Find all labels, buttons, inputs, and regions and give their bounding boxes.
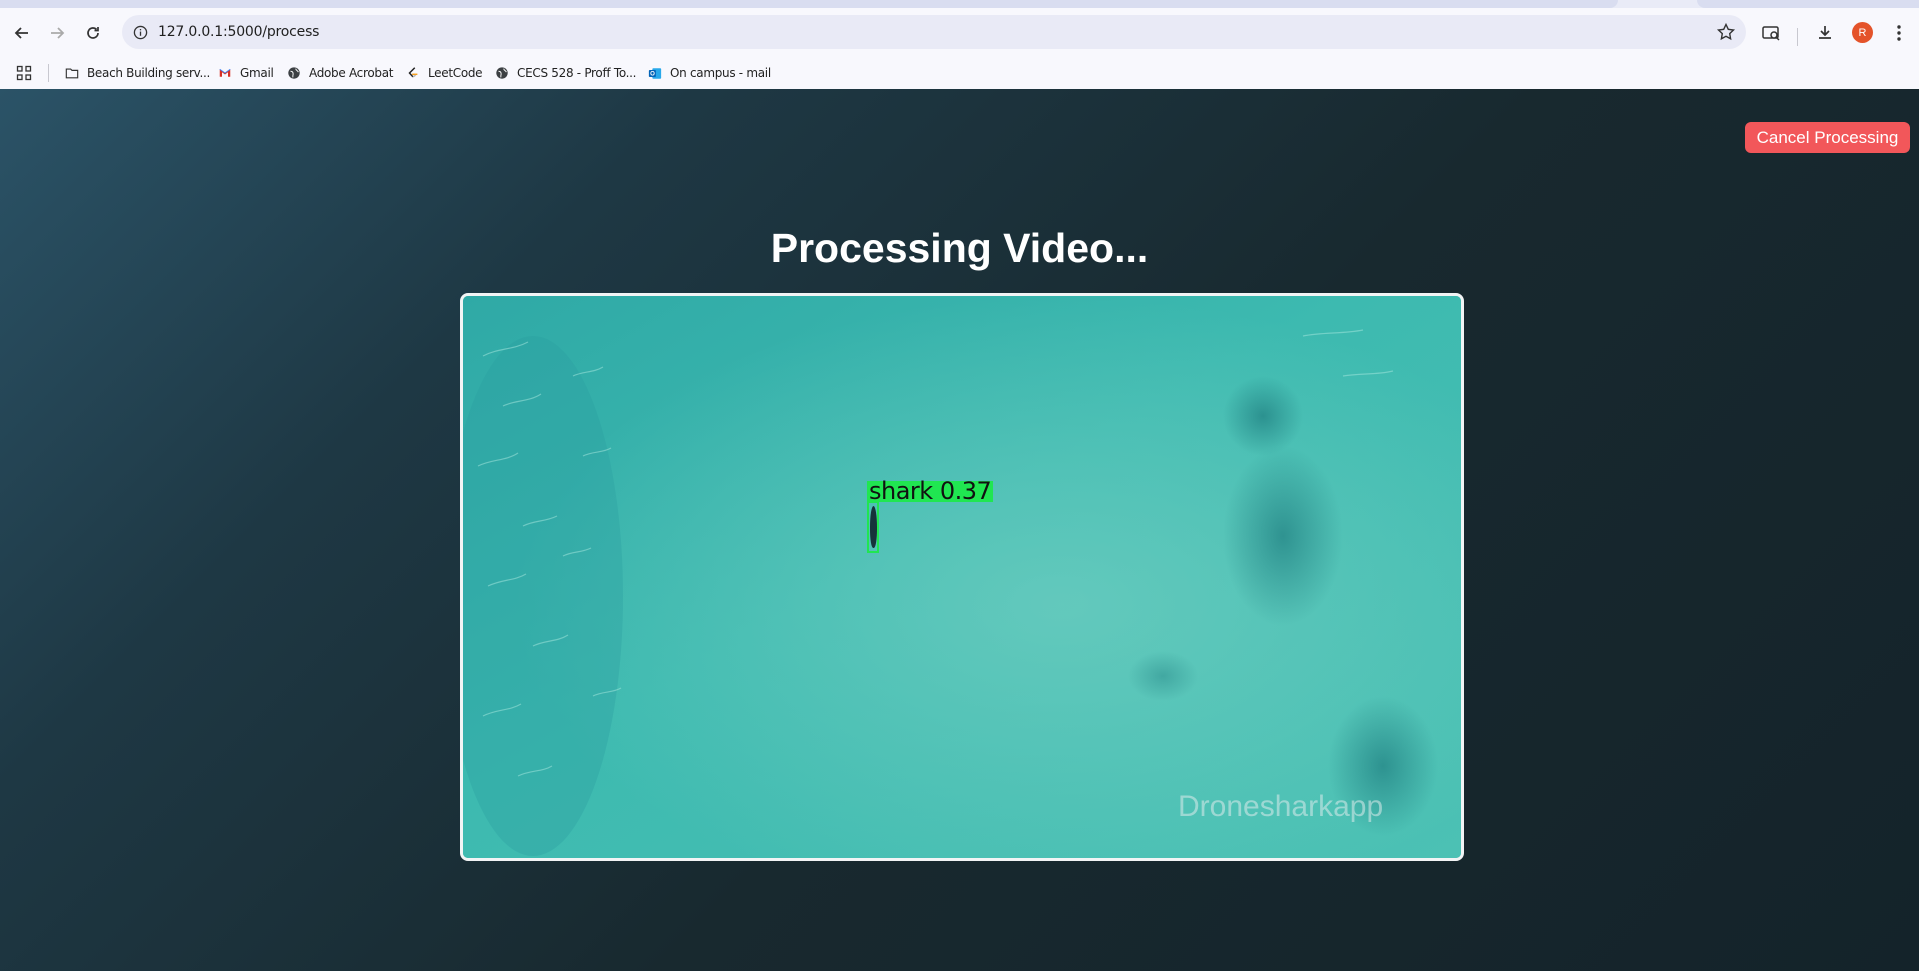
profile-avatar[interactable]: R — [1852, 22, 1873, 43]
bookmark-adobe-acrobat[interactable]: Adobe Acrobat — [287, 63, 393, 83]
cancel-processing-button[interactable]: Cancel Processing — [1745, 122, 1910, 153]
bookmark-label: CECS 528 - Proff To... — [517, 66, 637, 80]
downloads-icon[interactable] — [1813, 21, 1837, 45]
apps-grid-icon[interactable] — [16, 63, 32, 83]
tab-background — [0, 0, 1618, 8]
gmail-icon — [218, 66, 232, 80]
svg-text:O: O — [650, 70, 655, 77]
forward-icon[interactable] — [43, 19, 71, 47]
browser-toolbar: 127.0.0.1:5000/process R — [0, 8, 1919, 56]
bookmark-gmail[interactable]: Gmail — [218, 63, 274, 83]
back-icon[interactable] — [8, 19, 36, 47]
globe-icon — [495, 66, 509, 80]
leetcode-icon — [406, 66, 420, 80]
reload-icon[interactable] — [79, 19, 107, 47]
toolbar-divider — [1797, 28, 1798, 46]
bookmark-beach-building[interactable]: Beach Building serv... — [65, 63, 210, 83]
bookmark-label: Gmail — [240, 66, 274, 80]
url-text[interactable]: 127.0.0.1:5000/process — [158, 24, 319, 40]
video-watermark: Dronesharkapp — [1178, 790, 1384, 823]
more-menu-icon[interactable] — [1887, 21, 1911, 45]
site-info-icon[interactable] — [130, 22, 150, 42]
detection-bounding-box — [867, 501, 879, 553]
detection-label: shark 0.37 — [867, 477, 994, 505]
page-content: Cancel Processing Processing Video... sh… — [0, 89, 1919, 971]
bookmark-label: Beach Building serv... — [87, 66, 211, 80]
tab-background-right — [1697, 0, 1919, 8]
bookmark-label: Adobe Acrobat — [309, 66, 394, 80]
bookmark-cecs-528[interactable]: CECS 528 - Proff To... — [495, 63, 637, 83]
video-preview: shark 0.37 Dronesharkapp — [460, 293, 1464, 861]
bookmark-label: On campus - mail — [670, 66, 771, 80]
bookmarks-divider — [48, 64, 49, 82]
page-title: Processing Video... — [770, 225, 1149, 271]
bookmarks-bar: Beach Building serv... Gmail Adobe Acrob… — [0, 56, 1919, 89]
tab-search-icon[interactable] — [1759, 21, 1783, 45]
bookmark-label: LeetCode — [428, 66, 483, 80]
outlook-icon: O — [648, 66, 662, 80]
address-bar[interactable]: 127.0.0.1:5000/process — [122, 15, 1746, 49]
bookmark-leetcode[interactable]: LeetCode — [406, 63, 483, 83]
folder-icon — [65, 66, 79, 80]
globe-icon — [287, 66, 301, 80]
bookmark-star-icon[interactable] — [1716, 22, 1736, 42]
bookmark-on-campus-mail[interactable]: O On campus - mail — [648, 63, 771, 83]
video-frame-image — [463, 296, 1461, 858]
